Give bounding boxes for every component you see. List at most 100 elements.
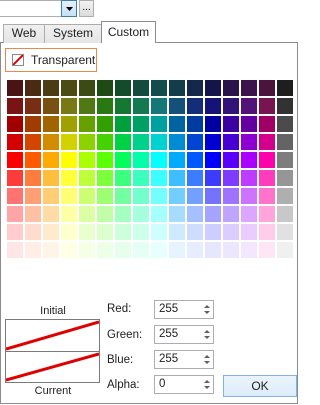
palette-swatch[interactable] bbox=[114, 97, 132, 115]
palette-swatch[interactable] bbox=[276, 241, 294, 259]
palette-swatch[interactable] bbox=[222, 205, 240, 223]
palette-swatch[interactable] bbox=[150, 115, 168, 133]
palette-swatch[interactable] bbox=[132, 187, 150, 205]
palette-swatch[interactable] bbox=[150, 223, 168, 241]
palette-swatch[interactable] bbox=[240, 169, 258, 187]
palette-swatch[interactable] bbox=[78, 205, 96, 223]
palette-swatch[interactable] bbox=[42, 241, 60, 259]
palette-swatch[interactable] bbox=[168, 151, 186, 169]
palette-swatch[interactable] bbox=[168, 133, 186, 151]
palette-swatch[interactable] bbox=[240, 97, 258, 115]
palette-swatch[interactable] bbox=[6, 169, 24, 187]
palette-swatch[interactable] bbox=[6, 133, 24, 151]
palette-swatch[interactable] bbox=[78, 79, 96, 97]
palette-swatch[interactable] bbox=[60, 169, 78, 187]
palette-swatch[interactable] bbox=[60, 115, 78, 133]
palette-swatch[interactable] bbox=[114, 205, 132, 223]
palette-swatch[interactable] bbox=[204, 187, 222, 205]
palette-swatch[interactable] bbox=[24, 115, 42, 133]
palette-swatch[interactable] bbox=[222, 97, 240, 115]
palette-swatch[interactable] bbox=[42, 115, 60, 133]
palette-swatch[interactable] bbox=[132, 133, 150, 151]
palette-swatch[interactable] bbox=[60, 97, 78, 115]
palette-swatch[interactable] bbox=[42, 133, 60, 151]
palette-swatch[interactable] bbox=[276, 133, 294, 151]
palette-swatch[interactable] bbox=[42, 205, 60, 223]
tab-custom[interactable]: Custom bbox=[101, 21, 156, 43]
palette-swatch[interactable] bbox=[276, 151, 294, 169]
palette-swatch[interactable] bbox=[168, 223, 186, 241]
palette-swatch[interactable] bbox=[168, 241, 186, 259]
palette-swatch[interactable] bbox=[78, 133, 96, 151]
palette-swatch[interactable] bbox=[186, 151, 204, 169]
palette-swatch[interactable] bbox=[114, 151, 132, 169]
palette-swatch[interactable] bbox=[114, 241, 132, 259]
palette-swatch[interactable] bbox=[258, 133, 276, 151]
palette-swatch[interactable] bbox=[60, 187, 78, 205]
palette-swatch[interactable] bbox=[204, 97, 222, 115]
palette-swatch[interactable] bbox=[168, 205, 186, 223]
palette-swatch[interactable] bbox=[150, 241, 168, 259]
palette-swatch[interactable] bbox=[6, 79, 24, 97]
palette-swatch[interactable] bbox=[186, 97, 204, 115]
palette-swatch[interactable] bbox=[222, 223, 240, 241]
palette-swatch[interactable] bbox=[150, 187, 168, 205]
palette-swatch[interactable] bbox=[222, 79, 240, 97]
palette-swatch[interactable] bbox=[168, 97, 186, 115]
palette-swatch[interactable] bbox=[6, 187, 24, 205]
palette-swatch[interactable] bbox=[222, 115, 240, 133]
palette-swatch[interactable] bbox=[78, 223, 96, 241]
tab-system[interactable]: System bbox=[44, 24, 102, 43]
palette-swatch[interactable] bbox=[132, 79, 150, 97]
palette-swatch[interactable] bbox=[114, 133, 132, 151]
palette-swatch[interactable] bbox=[96, 169, 114, 187]
palette-swatch[interactable] bbox=[186, 241, 204, 259]
spinner-arrows-icon[interactable] bbox=[203, 353, 211, 366]
tab-web[interactable]: Web bbox=[3, 24, 45, 43]
palette-swatch[interactable] bbox=[276, 205, 294, 223]
palette-swatch[interactable] bbox=[258, 169, 276, 187]
palette-swatch[interactable] bbox=[150, 97, 168, 115]
palette-swatch[interactable] bbox=[42, 187, 60, 205]
palette-swatch[interactable] bbox=[258, 205, 276, 223]
palette-swatch[interactable] bbox=[276, 115, 294, 133]
palette-swatch[interactable] bbox=[186, 187, 204, 205]
palette-swatch[interactable] bbox=[150, 151, 168, 169]
palette-swatch[interactable] bbox=[186, 115, 204, 133]
palette-swatch[interactable] bbox=[96, 97, 114, 115]
alpha-spinner[interactable]: 0 bbox=[154, 375, 214, 394]
palette-swatch[interactable] bbox=[24, 205, 42, 223]
palette-swatch[interactable] bbox=[150, 133, 168, 151]
palette-swatch[interactable] bbox=[6, 97, 24, 115]
palette-swatch[interactable] bbox=[240, 151, 258, 169]
palette-swatch[interactable] bbox=[114, 115, 132, 133]
palette-swatch[interactable] bbox=[60, 133, 78, 151]
palette-swatch[interactable] bbox=[168, 79, 186, 97]
palette-swatch[interactable] bbox=[258, 241, 276, 259]
green-spinner[interactable]: 255 bbox=[154, 325, 214, 344]
palette-swatch[interactable] bbox=[78, 115, 96, 133]
palette-swatch[interactable] bbox=[6, 241, 24, 259]
palette-swatch[interactable] bbox=[258, 115, 276, 133]
palette-swatch[interactable] bbox=[240, 187, 258, 205]
palette-swatch[interactable] bbox=[78, 241, 96, 259]
palette-swatch[interactable] bbox=[42, 79, 60, 97]
palette-swatch[interactable] bbox=[240, 205, 258, 223]
palette-swatch[interactable] bbox=[96, 187, 114, 205]
palette-swatch[interactable] bbox=[204, 151, 222, 169]
palette-swatch[interactable] bbox=[24, 133, 42, 151]
palette-swatch[interactable] bbox=[276, 187, 294, 205]
palette-swatch[interactable] bbox=[222, 151, 240, 169]
palette-swatch[interactable] bbox=[60, 79, 78, 97]
palette-swatch[interactable] bbox=[132, 241, 150, 259]
palette-swatch[interactable] bbox=[258, 97, 276, 115]
palette-swatch[interactable] bbox=[6, 205, 24, 223]
red-spinner[interactable]: 255 bbox=[154, 300, 214, 319]
palette-swatch[interactable] bbox=[222, 241, 240, 259]
palette-swatch[interactable] bbox=[240, 241, 258, 259]
palette-swatch[interactable] bbox=[6, 223, 24, 241]
blue-spinner[interactable]: 255 bbox=[154, 350, 214, 369]
palette-swatch[interactable] bbox=[132, 205, 150, 223]
palette-swatch[interactable] bbox=[204, 223, 222, 241]
palette-swatch[interactable] bbox=[78, 151, 96, 169]
